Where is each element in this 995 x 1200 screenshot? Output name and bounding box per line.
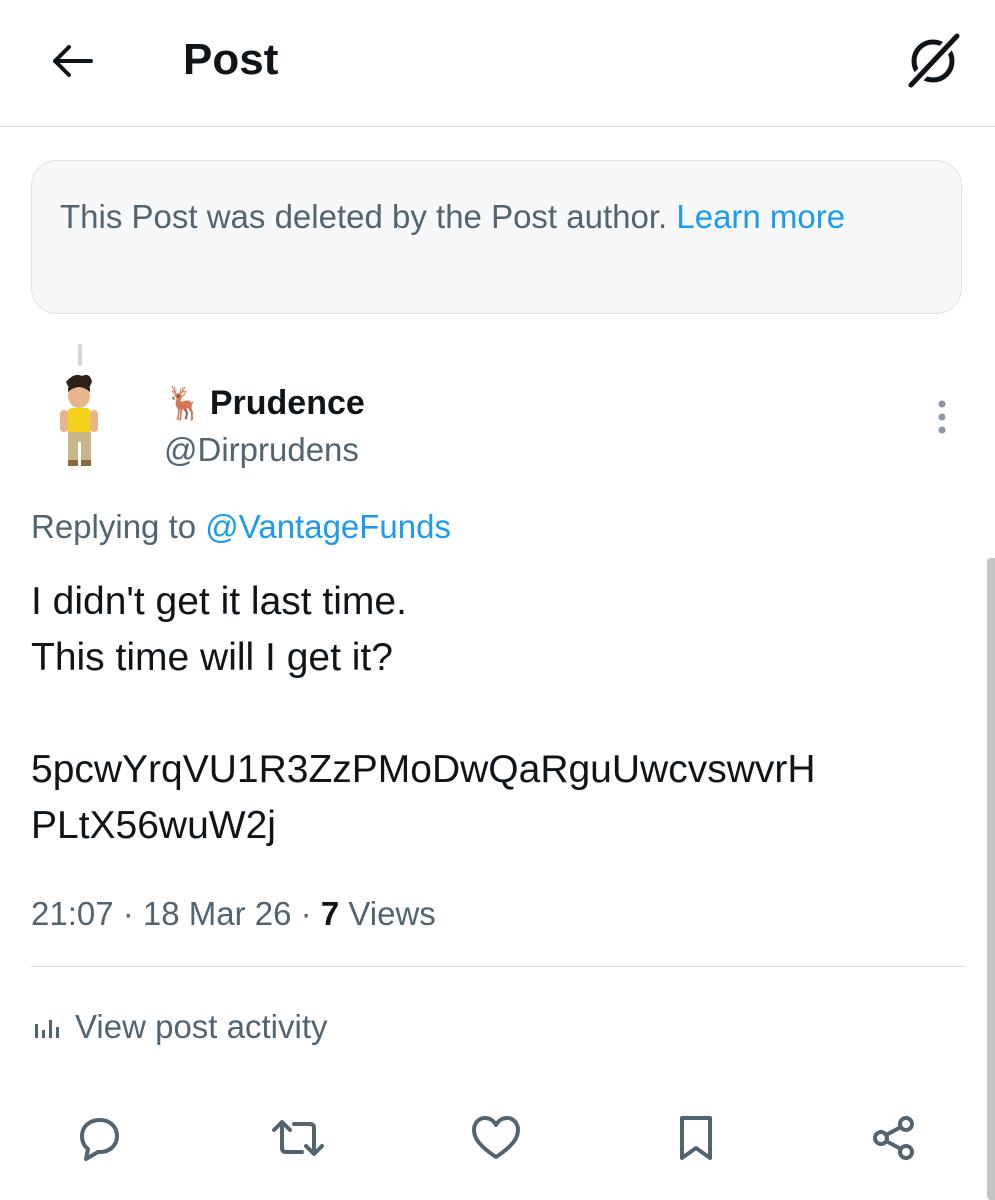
- author-name: Prudence: [209, 383, 365, 422]
- post-line-2: This time will I get it?: [31, 636, 393, 679]
- bar-chart-icon: [35, 1020, 59, 1038]
- more-vertical-icon: [938, 400, 946, 434]
- reply-target-link[interactable]: @VantageFunds: [205, 508, 451, 545]
- more-options-button[interactable]: [920, 392, 964, 442]
- author-handle[interactable]: @Dirprudens: [164, 428, 359, 472]
- top-bar: Post: [0, 0, 995, 127]
- scrollbar[interactable]: [987, 558, 995, 1200]
- grok-button[interactable]: [898, 28, 968, 92]
- like-button[interactable]: [466, 1108, 526, 1168]
- back-button[interactable]: [42, 36, 102, 86]
- avatar-image: [30, 370, 130, 470]
- page-title: Post: [183, 35, 279, 84]
- deleted-notice-text: This Post was deleted by the Post author…: [60, 198, 668, 235]
- reply-icon: [80, 1118, 119, 1161]
- share-button[interactable]: [864, 1108, 924, 1168]
- views-link[interactable]: 7 Views: [321, 895, 436, 932]
- post-meta: 21:07 · 18 Mar 26 · 7 Views: [31, 895, 436, 932]
- avatar[interactable]: [30, 370, 130, 470]
- learn-more-link[interactable]: Learn more: [676, 198, 845, 235]
- action-bar: [0, 1108, 995, 1172]
- reply-button[interactable]: [68, 1108, 128, 1168]
- repost-icon: [272, 1120, 324, 1156]
- replying-prefix: Replying to: [31, 508, 197, 545]
- post-date[interactable]: 18 Mar 26: [143, 895, 292, 932]
- deleted-post-notice: This Post was deleted by the Post author…: [31, 160, 962, 314]
- deer-emoji: 🦌: [164, 385, 204, 421]
- views-label: Views: [348, 895, 436, 932]
- view-post-activity-label: View post activity: [75, 1008, 328, 1045]
- author-name-row[interactable]: 🦌 Prudence: [164, 380, 365, 426]
- grok-icon: [905, 30, 963, 90]
- replying-to: Replying to @VantageFunds: [31, 505, 451, 549]
- post-text: I didn't get it last time. This time wil…: [31, 574, 961, 854]
- heart-icon: [472, 1116, 520, 1159]
- views-count: 7: [320, 895, 340, 932]
- thread-connector: [78, 344, 82, 366]
- post-blank-line: [31, 686, 961, 742]
- share-icon: [873, 1116, 914, 1160]
- post-time[interactable]: 21:07: [31, 895, 114, 932]
- bookmark-button[interactable]: [666, 1108, 726, 1168]
- post-code-line-1: 5pcwYrqVU1R3ZzPMoDwQaRguUwcvswvrH: [31, 748, 816, 791]
- post-line-1: I didn't get it last time.: [31, 580, 407, 623]
- divider: [31, 966, 965, 967]
- repost-button[interactable]: [268, 1108, 328, 1168]
- arrow-left-icon: [53, 45, 93, 77]
- post-code-line-2: PLtX56wuW2j: [31, 804, 276, 847]
- bookmark-icon: [680, 1116, 712, 1160]
- view-post-activity-button[interactable]: View post activity: [31, 1004, 328, 1050]
